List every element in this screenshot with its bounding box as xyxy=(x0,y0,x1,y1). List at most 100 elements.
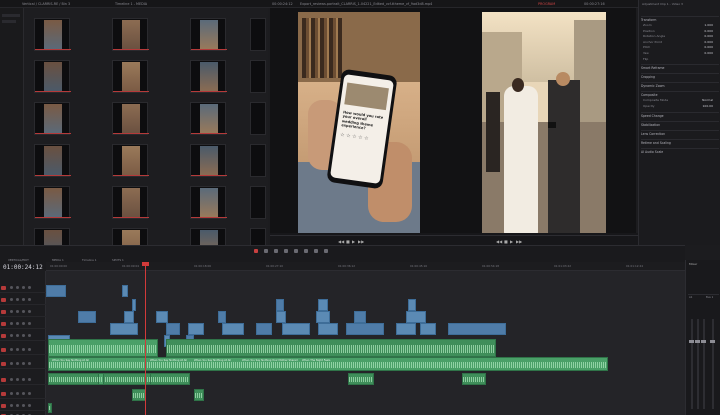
video-clip[interactable] xyxy=(354,311,366,323)
track-toggle-icon[interactable] xyxy=(28,334,31,337)
track-lock-icon[interactable] xyxy=(1,362,6,366)
track-lock-icon[interactable] xyxy=(1,378,6,382)
track-header[interactable] xyxy=(0,375,46,385)
track-toggle-icon[interactable] xyxy=(22,378,25,381)
zoom-icon[interactable] xyxy=(324,249,328,253)
track-toggle-icon[interactable] xyxy=(16,392,19,395)
audio-clip[interactable] xyxy=(132,389,146,401)
media-thumbnail[interactable] xyxy=(190,186,227,219)
section-smart-reframe[interactable]: Smart Reframe xyxy=(641,64,719,70)
track-toggle-icon[interactable] xyxy=(22,310,25,313)
media-thumbnail[interactable] xyxy=(250,102,266,135)
track-toggle-icon[interactable] xyxy=(10,334,13,337)
play-icon-2[interactable]: ▶ xyxy=(510,239,513,244)
track-toggle-icon[interactable] xyxy=(22,322,25,325)
track-header[interactable] xyxy=(0,389,46,399)
track-toggle-icon[interactable] xyxy=(16,310,19,313)
source-viewer[interactable]: How would you rate your overall wedding … xyxy=(270,8,428,244)
track-toggle-icon[interactable] xyxy=(22,286,25,289)
track-toggle-icon[interactable] xyxy=(28,362,31,365)
media-thumbnail[interactable] xyxy=(112,102,149,135)
track-lock-icon[interactable] xyxy=(1,322,6,326)
media-thumbnail[interactable] xyxy=(112,186,149,219)
track-toggle-icon[interactable] xyxy=(28,348,31,351)
inspector-section[interactable]: Speed Change xyxy=(641,112,719,118)
track-toggle-icon[interactable] xyxy=(28,392,31,395)
play-back-icon[interactable]: ◀◀ xyxy=(338,239,344,244)
timeline-timecode[interactable]: 01:00:24:12 xyxy=(3,264,43,271)
track-header[interactable] xyxy=(0,345,46,355)
media-thumbnail[interactable] xyxy=(34,186,71,219)
fader-a1[interactable] xyxy=(689,340,694,343)
media-thumbnail[interactable] xyxy=(190,102,227,135)
media-thumbnail[interactable] xyxy=(250,60,266,93)
bin-item[interactable] xyxy=(2,14,20,17)
video-clip[interactable] xyxy=(448,323,506,335)
video-clip[interactable] xyxy=(346,323,384,335)
media-thumbnail[interactable] xyxy=(112,60,149,93)
video-clip[interactable] xyxy=(408,299,416,311)
video-clip[interactable] xyxy=(318,299,328,311)
playhead[interactable] xyxy=(145,262,146,415)
video-clip[interactable] xyxy=(188,323,204,335)
transform-row[interactable]: Rotation Angle 0.000 xyxy=(643,34,719,39)
media-thumbnail[interactable] xyxy=(34,60,71,93)
snap-icon[interactable] xyxy=(254,249,258,253)
track-toggle-icon[interactable] xyxy=(16,362,19,365)
track-header[interactable] xyxy=(0,401,46,411)
track-toggle-icon[interactable] xyxy=(28,286,31,289)
stop-icon[interactable]: ■ xyxy=(346,239,350,244)
audio-clip[interactable] xyxy=(48,373,166,385)
audio-clip[interactable] xyxy=(348,373,374,385)
stop-icon-2[interactable]: ■ xyxy=(504,239,508,244)
blade-icon[interactable] xyxy=(284,249,288,253)
video-clip[interactable] xyxy=(78,311,96,323)
track-toggle-icon[interactable] xyxy=(10,362,13,365)
transform-value[interactable]: 0.000 xyxy=(704,45,713,49)
video-clip[interactable] xyxy=(316,311,330,323)
track-toggle-icon[interactable] xyxy=(22,362,25,365)
media-thumbnail[interactable] xyxy=(190,144,227,177)
track-toggle-icon[interactable] xyxy=(22,392,25,395)
track-lock-icon[interactable] xyxy=(1,286,6,290)
inspector-section[interactable]: Retime and Scaling xyxy=(641,139,719,145)
track-toggle-icon[interactable] xyxy=(28,378,31,381)
transform-value[interactable]: 0.000 xyxy=(704,40,713,44)
media-thumbnail[interactable] xyxy=(250,144,266,177)
track-toggle-icon[interactable] xyxy=(10,322,13,325)
track-lock-icon[interactable] xyxy=(1,348,6,352)
track-toggle-icon[interactable] xyxy=(10,298,13,301)
audio-clip[interactable] xyxy=(48,339,158,357)
play-icon[interactable]: ▶ xyxy=(352,239,355,244)
track-toggle-icon[interactable] xyxy=(16,322,19,325)
select-icon[interactable] xyxy=(264,249,268,253)
timeline-tracks[interactable]: When You Say Nothing At All When You Say … xyxy=(46,271,685,415)
track-lock-icon[interactable] xyxy=(1,392,6,396)
star-rating[interactable]: ☆ ☆ ☆ ☆ ☆ xyxy=(340,132,369,142)
track-toggle-icon[interactable] xyxy=(10,392,13,395)
inspector-section[interactable]: Lens Correction xyxy=(641,130,719,136)
media-thumbnail[interactable] xyxy=(112,18,149,51)
video-clip[interactable] xyxy=(166,323,180,335)
trim-icon[interactable] xyxy=(274,249,278,253)
media-thumbnail[interactable] xyxy=(250,18,266,51)
track-lock-icon[interactable] xyxy=(1,310,6,314)
track-header[interactable] xyxy=(0,359,46,369)
transform-row[interactable]: Yaw 0.000 xyxy=(643,51,719,56)
transform-row[interactable]: Anchor Point 0.000 xyxy=(643,40,719,45)
video-clip[interactable] xyxy=(46,285,66,297)
fader-a2[interactable] xyxy=(695,340,700,343)
transform-value[interactable]: 0.000 xyxy=(704,29,713,33)
transform-value[interactable]: 0.000 xyxy=(704,51,713,55)
track-header[interactable] xyxy=(0,331,46,341)
video-clip[interactable] xyxy=(132,299,136,311)
track-toggle-icon[interactable] xyxy=(10,310,13,313)
video-clip[interactable] xyxy=(276,311,286,323)
audio-clip[interactable] xyxy=(462,373,486,385)
track-lock-icon[interactable] xyxy=(1,334,6,338)
fader-bus[interactable] xyxy=(710,340,715,343)
transform-row[interactable]: Flip xyxy=(643,57,719,62)
audio-clip[interactable] xyxy=(166,339,496,357)
transform-value[interactable]: 1.000 xyxy=(704,23,713,27)
video-clip[interactable] xyxy=(406,311,426,323)
